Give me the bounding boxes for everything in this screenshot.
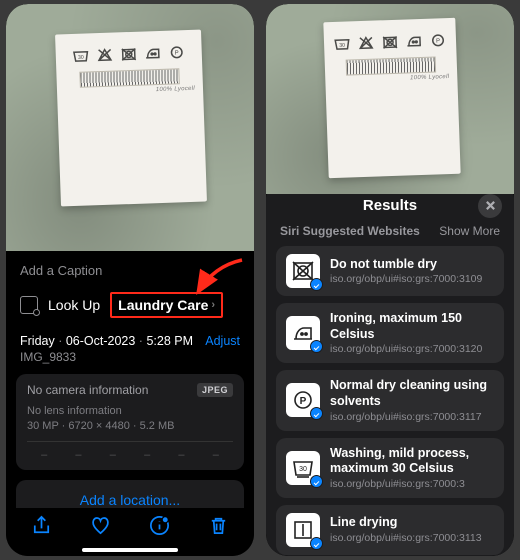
svg-text:30: 30 xyxy=(339,43,345,49)
result-item[interactable]: 30 Washing, mild process, maximum 30 Cel… xyxy=(276,438,504,498)
fiber-content: 100% Lyocell xyxy=(57,86,195,97)
photo-metadata-row: Friday · 06-Oct-2023 · 5:28 PM Adjust xyxy=(6,326,254,348)
lookup-prefix: Look Up xyxy=(48,297,100,313)
photo-specs: 30 MP · 6720 × 4480 · 5.2 MB xyxy=(27,420,233,432)
photo-time: 5:28 PM xyxy=(146,334,193,348)
result-item[interactable]: P Normal dry cleaning using solvents iso.… xyxy=(276,370,504,430)
svg-text:30: 30 xyxy=(299,466,307,473)
visual-lookup-row[interactable]: Look Up Laundry Care › xyxy=(6,288,254,326)
photo-laundry-tag: 30 P 100% Lyocell xyxy=(266,4,514,194)
result-title: Ironing, maximum 150 Celsius xyxy=(330,311,494,342)
no-camera-label: No camera information xyxy=(27,383,148,397)
photo-date: 06-Oct-2023 xyxy=(66,334,135,348)
heart-icon[interactable] xyxy=(89,514,112,542)
result-sub: iso.org/obp/ui#iso:grs:7000:3117 xyxy=(330,411,494,423)
svg-text:P: P xyxy=(175,51,179,57)
results-list: Do not tumble dryiso.org/obp/ui#iso:grs:… xyxy=(266,246,514,555)
format-badge: JPEG xyxy=(197,383,233,397)
result-item[interactable]: Do not tumble dryiso.org/obp/ui#iso:grs:… xyxy=(276,246,504,296)
annotation-arrow xyxy=(194,258,244,301)
photo-filename: IMG_9833 xyxy=(6,348,254,374)
photo-laundry-tag[interactable]: 30 P 100% Lyocell xyxy=(6,4,254,251)
result-sub: iso.org/obp/ui#iso:grs:7000:3113 xyxy=(330,532,494,544)
result-title: Line drying xyxy=(330,515,494,531)
result-item[interactable]: Line dryingiso.org/obp/ui#iso:grs:7000:3… xyxy=(276,505,504,555)
svg-text:30: 30 xyxy=(78,55,84,61)
result-sub: iso.org/obp/ui#iso:grs:7000:3 xyxy=(330,478,494,490)
home-indicator[interactable] xyxy=(82,548,178,552)
results-sheet: Results Siri Suggested Websites Show Mor… xyxy=(266,184,514,556)
no-tumble-dry-icon xyxy=(286,254,320,288)
clothing-tag: 30 P 100% Lyocell xyxy=(55,30,207,207)
info-icon[interactable] xyxy=(148,514,171,542)
show-more-button[interactable]: Show More xyxy=(439,224,500,238)
result-sub: iso.org/obp/ui#iso:grs:7000:3120 xyxy=(330,343,494,355)
clothing-tag: 30 P 100% Lyocell xyxy=(323,18,460,179)
wash-30-icon: 30 xyxy=(286,451,320,485)
photo-day: Friday xyxy=(20,334,55,348)
camera-info-card: No camera information JPEG No lens infor… xyxy=(16,374,244,470)
trash-icon[interactable] xyxy=(207,514,230,542)
dry-clean-p-icon: P xyxy=(286,383,320,417)
result-sub: iso.org/obp/ui#iso:grs:7000:3109 xyxy=(330,273,494,285)
fiber-content: 100% Lyocell xyxy=(325,74,449,84)
results-disclaimer: If the results are incomplete, inaccurat… xyxy=(266,555,514,556)
phone-left: 30 P 100% Lyocell Add a Caption Look Up … xyxy=(6,4,254,556)
sheet-title: Results xyxy=(363,197,417,214)
adjust-button[interactable]: Adjust xyxy=(205,334,240,348)
close-button[interactable] xyxy=(478,194,502,218)
result-item[interactable]: Ironing, maximum 150 Celsiusiso.org/obp/… xyxy=(276,303,504,363)
iron-icon xyxy=(286,316,320,350)
line-dry-icon xyxy=(286,513,320,547)
screenshot-pair: 30 P 100% Lyocell Add a Caption Look Up … xyxy=(0,0,520,560)
no-lens-label: No lens information xyxy=(27,405,233,417)
visual-lookup-icon xyxy=(20,296,38,314)
share-icon[interactable] xyxy=(30,514,53,542)
result-title: Do not tumble dry xyxy=(330,257,494,273)
exif-dash-row: –––––– xyxy=(27,441,233,461)
svg-text:P: P xyxy=(300,396,307,407)
phone-right: 30 P 100% Lyocell Results Siri Suggested xyxy=(266,4,514,556)
result-title: Washing, mild process, maximum 30 Celsiu… xyxy=(330,446,494,477)
result-title: Normal dry cleaning using solvents xyxy=(330,378,494,409)
svg-text:P: P xyxy=(436,39,440,45)
section-heading: Siri Suggested Websites xyxy=(280,224,420,238)
